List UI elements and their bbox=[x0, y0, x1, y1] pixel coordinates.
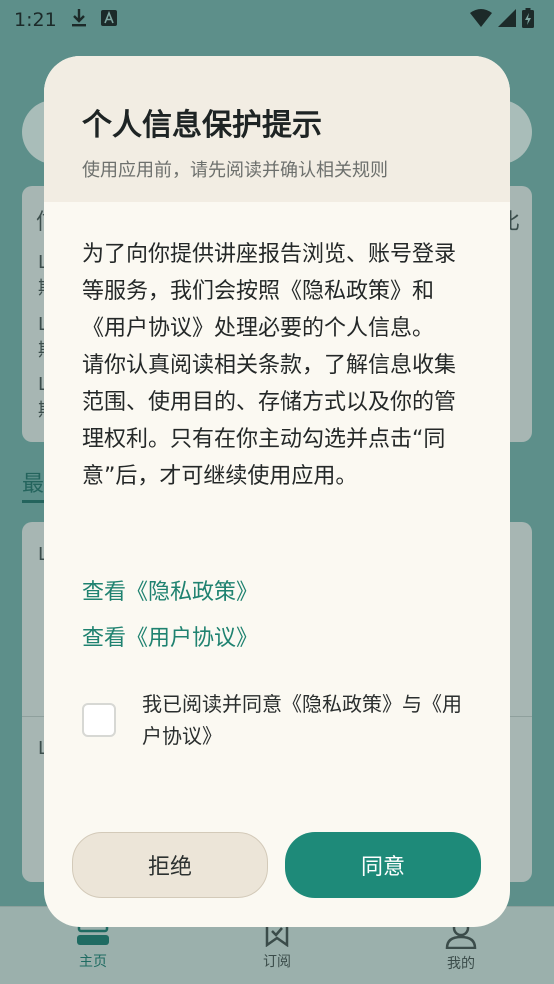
status-time: 1:21 bbox=[14, 9, 57, 31]
signal-icon bbox=[498, 9, 516, 32]
background-tab-indicator bbox=[22, 500, 46, 503]
dialog-title: 个人信息保护提示 bbox=[82, 108, 322, 143]
consent-checkbox[interactable] bbox=[82, 703, 116, 737]
nav-item-label: 我的 bbox=[447, 956, 475, 972]
wifi-icon bbox=[470, 9, 492, 32]
view-user-agreement-link[interactable]: 查看《用户协议》 bbox=[82, 620, 258, 652]
status-bar: 1:21 bbox=[0, 0, 554, 40]
nav-item-label: 主页 bbox=[79, 954, 107, 970]
reject-button[interactable]: 拒绝 bbox=[72, 832, 268, 898]
download-icon bbox=[71, 8, 87, 33]
background-tab-peek: 最 bbox=[22, 472, 45, 497]
privacy-dialog: 个人信息保护提示 使用应用前，请先阅读并确认相关规则 为了向你提供讲座报告浏览、… bbox=[44, 56, 510, 927]
app-notification-icon bbox=[100, 9, 117, 31]
view-privacy-policy-link[interactable]: 查看《隐私政策》 bbox=[82, 574, 258, 606]
dialog-body: 为了向你提供讲座报告浏览、账号登录等服务，我们会按照《隐私政策》和《用户协议》处… bbox=[82, 236, 474, 495]
nav-item-label: 订阅 bbox=[263, 954, 291, 970]
dialog-subtitle: 使用应用前，请先阅读并确认相关规则 bbox=[82, 160, 388, 181]
accept-button[interactable]: 同意 bbox=[285, 832, 481, 898]
consent-label: 我已阅读并同意《隐私政策》与《用户协议》 bbox=[142, 692, 462, 748]
dialog-header: 个人信息保护提示 使用应用前，请先阅读并确认相关规则 bbox=[44, 56, 510, 202]
body-paragraph: 为了向你提供讲座报告浏览、账号登录等服务，我们会按照《隐私政策》和《用户协议》处… bbox=[82, 242, 457, 341]
battery-charging-icon bbox=[522, 8, 534, 33]
body-paragraph: 请你认真阅读相关条款，了解信息收集范围、使用目的、存储方式以及你的管理权利。只有… bbox=[82, 353, 457, 489]
nav-item-profile[interactable]: 我的 bbox=[416, 919, 506, 973]
